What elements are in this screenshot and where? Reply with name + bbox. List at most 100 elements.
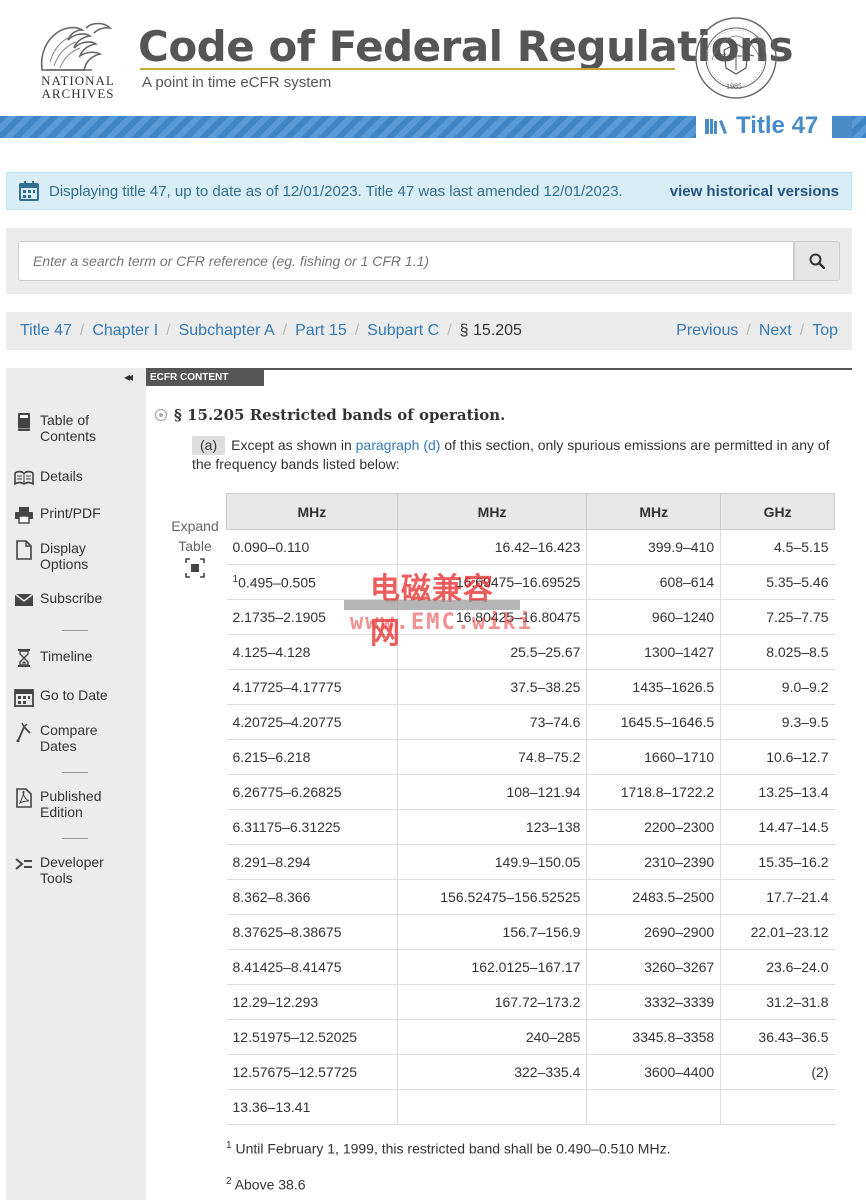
sidebar-item-subscribe[interactable]: Subscribe: [14, 590, 102, 610]
sidebar-item-developer-tools[interactable]: Developer Tools: [14, 854, 112, 886]
table-body: 0.090–0.110 16.42–16.423 399.9–410 4.5–5.15…: [226, 529, 835, 1125]
table-cell: 14.47–14.5: [720, 809, 835, 845]
table-cell: [586, 1089, 722, 1125]
sidebar-item-label: Timeline: [40, 648, 93, 664]
title-underline: [140, 68, 675, 70]
breadcrumb-separator: /: [166, 322, 171, 339]
table-row: 8.291–8.294 149.9–150.05 2310–2390 15.35–16…: [226, 844, 835, 880]
table-row: 4.17725–4.17775 37.5–38.25 1435–1626.5 9.0–…: [226, 669, 835, 705]
table-cell: 2483.5–2500: [586, 879, 722, 915]
table-cell: 22.01–23.12: [720, 914, 835, 950]
breadcrumb-separator: /: [282, 322, 288, 339]
sidebar-item-details[interactable]: Details: [14, 468, 83, 488]
sidebar-item-label: Table of Contents: [40, 412, 97, 444]
table-cell: 36.43–36.5: [720, 1019, 835, 1055]
table-cell: 4.5–5.15: [720, 529, 835, 565]
search-bar: [6, 228, 852, 294]
table-row: 6.215–6.218 74.8–75.2 1660–1710 10.6–12.7: [226, 739, 835, 775]
table-cell: 3332–3339: [586, 984, 722, 1020]
cell-text: 0.495–0.505: [238, 574, 316, 591]
table-cell: 13.25–13.4: [720, 774, 835, 810]
section-target-icon[interactable]: [154, 408, 168, 422]
sidebar-divider: [62, 772, 88, 773]
nav-separator: /: [746, 322, 751, 339]
site-subtitle: A point in time eCFR system: [142, 74, 332, 91]
table-cell: 156.52475–156.52525: [397, 879, 588, 915]
table-cell: 4.20725–4.20775: [226, 704, 398, 740]
table-cell: 6.26775–6.26825: [226, 774, 398, 810]
sidebar-item-label: Details: [40, 468, 83, 484]
sidebar-item-label: Subscribe: [40, 590, 103, 606]
paragraph-d-link[interactable]: paragraph (d): [356, 437, 441, 453]
table-cell: 9.0–9.2: [720, 669, 835, 705]
table-cell: 1300–1427: [586, 634, 722, 670]
books-icon: [705, 119, 727, 134]
table-cell: 12.29–12.293: [226, 984, 398, 1020]
search-input[interactable]: [18, 241, 794, 281]
previous-link[interactable]: Previous: [676, 322, 738, 340]
table-cell: 156.7–156.9: [397, 914, 588, 950]
table-cell: 4.17725–4.17775: [226, 669, 398, 705]
sidebar-item-timeline[interactable]: Timeline: [14, 648, 92, 668]
breadcrumb-subpart[interactable]: Subpart C: [367, 322, 439, 340]
table-cell: 108–121.94: [397, 774, 588, 810]
breadcrumb-subchapter[interactable]: Subchapter A: [179, 322, 275, 340]
breadcrumb-title[interactable]: Title 47: [20, 322, 72, 340]
view-historical-versions-link[interactable]: view historical versions: [670, 183, 839, 200]
table-header-row: MHz MHz MHz GHz: [226, 493, 835, 530]
table-cell: 12.57675–12.57725: [226, 1054, 398, 1090]
table-cell: 13.36–13.41: [226, 1089, 398, 1125]
national-archives-logo[interactable]: NATIONAL ARCHIVES: [32, 18, 122, 102]
expand-table-button[interactable]: Expand Table: [166, 516, 224, 583]
sidebar-item-print-pdf[interactable]: Print/PDF: [14, 505, 101, 525]
expand-label-1: Expand: [171, 518, 219, 534]
title-band-end: [832, 116, 852, 138]
table-cell: 3600–4400: [586, 1054, 722, 1090]
sidebar: ◂◂ Table of Contents Details Print/PDF D…: [6, 368, 146, 1200]
breadcrumb-chapter[interactable]: Chapter I: [92, 322, 158, 340]
table-cell: 4.125–4.128: [226, 634, 398, 670]
sidebar-divider: [62, 838, 88, 839]
table-row: 4.125–4.128 25.5–25.67 1300–1427 8.025–8.5: [226, 634, 835, 670]
table-cell: 74.8–75.2: [397, 739, 588, 775]
breadcrumb-part[interactable]: Part 15: [295, 322, 347, 340]
table-row: 8.362–8.366 156.52475–156.52525 2483.5–250…: [226, 879, 835, 915]
sidebar-item-compare-dates[interactable]: Compare Dates: [14, 722, 104, 754]
table-cell: 2310–2390: [586, 844, 722, 880]
sidebar-item-display-options[interactable]: Display Options: [14, 540, 104, 572]
pdf-icon: [14, 788, 34, 808]
top-link[interactable]: Top: [812, 322, 838, 340]
sidebar-item-published-edition[interactable]: Published Edition: [14, 788, 112, 820]
sidebar-item-table-of-contents[interactable]: Table of Contents: [14, 412, 104, 444]
table-cell: 1645.5–1646.5: [586, 704, 722, 740]
table-row: 8.37625–8.38675 156.7–156.9 2690–2900 22.01…: [226, 914, 835, 950]
section-nav: Previous / Next / Top: [676, 322, 838, 340]
table-cell: 7.25–7.75: [720, 599, 835, 635]
title-tab[interactable]: Title 47: [696, 110, 832, 142]
search-button[interactable]: [794, 241, 840, 281]
table-cell: 162.0125–167.17: [397, 949, 588, 985]
table-row: 6.26775–6.26825 108–121.94 1718.8–1722.2 13…: [226, 774, 835, 810]
breadcrumb-separator: /: [354, 322, 360, 339]
footnote-1: 1 Until February 1, 1999, this restricte…: [226, 1140, 670, 1157]
title-tab-label: Title 47: [736, 112, 819, 139]
open-book-icon: [14, 468, 34, 488]
table-cell: 25.5–25.67: [397, 634, 588, 670]
table-cell: 31.2–31.8: [720, 984, 835, 1020]
table-row: 6.31175–6.31225 123–138 2200–2300 14.47–14.…: [226, 809, 835, 845]
footnote-1-marker: 1: [226, 1140, 232, 1151]
table-cell: 37.5–38.25: [397, 669, 588, 705]
paragraph-a: (a) Except as shown in paragraph (d) of t…: [192, 436, 832, 474]
next-link[interactable]: Next: [759, 322, 792, 340]
paragraph-label[interactable]: (a): [192, 436, 226, 455]
site-header: NATIONAL ARCHIVES Code of Federal Regula…: [0, 0, 866, 116]
collapse-sidebar-button[interactable]: ◂◂: [124, 370, 133, 384]
breadcrumb-separator: /: [79, 322, 85, 339]
footnote-2-marker: 2: [226, 1176, 232, 1187]
table-cell: 3345.8–3358: [586, 1019, 722, 1055]
agency-name: NATIONAL ARCHIVES: [41, 73, 115, 101]
sidebar-item-go-to-date[interactable]: Go to Date: [14, 687, 108, 707]
sidebar-item-label: Compare Dates: [40, 722, 98, 754]
expand-label-2: Table: [178, 538, 212, 554]
table-cell: 12.51975–12.52025: [226, 1019, 398, 1055]
